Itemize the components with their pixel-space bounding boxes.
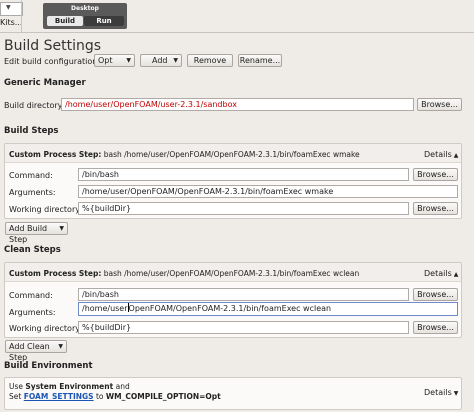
clean-step-title: Custom Process Step: bash /home/user/Ope…: [9, 269, 359, 278]
mode-title: Desktop: [71, 5, 99, 12]
build-step-title: Custom Process Step: bash /home/user/Ope…: [9, 150, 360, 159]
clean-arguments-text-after: OpenFOAM/OpenFOAM-2.3.1/bin/foamExec wcl…: [128, 304, 332, 313]
config-label: Edit build configuration:: [4, 57, 101, 66]
clean-command-input[interactable]: /bin/bash: [78, 288, 409, 301]
clean-command-label: Command:: [9, 291, 53, 300]
env-line2-mid: to: [95, 392, 104, 401]
foam-settings-link[interactable]: FOAM_SETTINGS: [24, 392, 94, 401]
chevron-down-icon: ▼: [58, 343, 63, 350]
clean-workdir-browse-button[interactable]: Browse...: [413, 321, 458, 334]
add-config-label: Add: [152, 56, 168, 65]
add-build-step-label: Add Build Step: [9, 224, 48, 244]
add-clean-step-button[interactable]: Add Clean Step ▼: [5, 340, 67, 362]
rename-config-button[interactable]: Rename...: [238, 54, 282, 67]
build-directory-label: Build directory:: [4, 101, 65, 110]
build-arguments-input[interactable]: /home/user/OpenFOAM/OpenFOAM-2.3.1/bin/f…: [78, 185, 458, 198]
build-workdir-input[interactable]: %{buildDir}: [78, 202, 409, 215]
environment-line-2: Set FOAM_SETTINGS to WM_COMPILE_OPTION=O…: [9, 392, 221, 402]
build-step-prefix: Custom Process Step:: [9, 150, 102, 159]
build-workdir-label: Working directory:: [9, 205, 83, 214]
remove-config-button[interactable]: Remove: [187, 54, 233, 67]
build-command-browse-button[interactable]: Browse...: [413, 168, 458, 181]
chevron-up-icon: ▲: [453, 152, 459, 159]
top-divider: [21, 0, 22, 32]
kit-selector-combo[interactable]: [0, 2, 23, 16]
clean-command-browse-button[interactable]: Browse...: [413, 288, 458, 301]
tab-run[interactable]: Run: [84, 16, 124, 26]
env-line1-bold: System Environment: [25, 382, 114, 391]
chevron-down-icon: ▼: [6, 4, 11, 11]
clean-workdir-input[interactable]: %{buildDir}: [78, 321, 409, 334]
chevron-down-icon: ▼: [453, 390, 459, 397]
clean-step-command-summary: bash /home/user/OpenFOAM/OpenFOAM-2.3.1/…: [103, 269, 360, 278]
generic-manager-heading: Generic Manager: [4, 78, 86, 88]
env-line2-prefix: Set: [9, 392, 22, 401]
build-workdir-browse-button[interactable]: Browse...: [413, 202, 458, 215]
clean-arguments-input[interactable]: /home/userOpenFOAM/OpenFOAM-2.3.1/bin/fo…: [78, 302, 458, 316]
environment-details-label: Details: [424, 388, 452, 397]
clean-workdir-label: Working directory:: [9, 324, 83, 333]
env-line1-suffix: and: [115, 382, 130, 391]
clean-step-prefix: Custom Process Step:: [9, 269, 102, 278]
build-command-label: Command:: [9, 171, 53, 180]
build-directory-input[interactable]: /home/user/OpenFOAM/user-2.3.1/sandbox: [61, 98, 414, 111]
build-directory-browse-button[interactable]: Browse...: [417, 98, 462, 111]
chevron-down-icon: ▼: [126, 57, 131, 64]
chevron-down-icon: ▼: [59, 225, 64, 232]
add-build-step-button[interactable]: Add Build Step ▼: [5, 222, 68, 244]
build-steps-heading: Build Steps: [4, 126, 59, 136]
build-step-details-label: Details: [424, 150, 452, 159]
clean-arguments-text-before: /home/user: [82, 304, 128, 313]
chevron-down-icon: ▼: [173, 57, 178, 64]
chevron-up-icon: ▲: [453, 271, 459, 278]
clean-steps-heading: Clean Steps: [4, 245, 61, 255]
clean-step-details-toggle[interactable]: Details ▲: [424, 269, 458, 278]
environment-line-1: Use System Environment and: [9, 382, 130, 392]
clean-step-details-label: Details: [424, 269, 452, 278]
page-title: Build Settings: [4, 38, 102, 54]
add-clean-step-label: Add Clean Step: [9, 342, 50, 362]
build-environment-heading: Build Environment: [4, 361, 93, 371]
kits-label[interactable]: Kits...: [0, 18, 22, 27]
config-selected-value: Opt: [98, 56, 113, 65]
config-select[interactable]: Opt ▼: [94, 54, 135, 67]
clean-arguments-label: Arguments:: [9, 308, 56, 317]
env-line2-bold: WM_COMPILE_OPTION=Opt: [105, 392, 221, 401]
build-step-command-summary: bash /home/user/OpenFOAM/OpenFOAM-2.3.1/…: [103, 150, 360, 159]
build-step-details-toggle[interactable]: Details ▲: [424, 150, 458, 159]
build-command-input[interactable]: /bin/bash: [78, 168, 409, 181]
add-config-button[interactable]: Add ▼: [140, 54, 182, 67]
environment-details-toggle[interactable]: Details ▼: [424, 388, 458, 397]
env-line1-prefix: Use: [9, 382, 24, 391]
build-arguments-label: Arguments:: [9, 188, 56, 197]
tab-build[interactable]: Build: [47, 16, 83, 26]
